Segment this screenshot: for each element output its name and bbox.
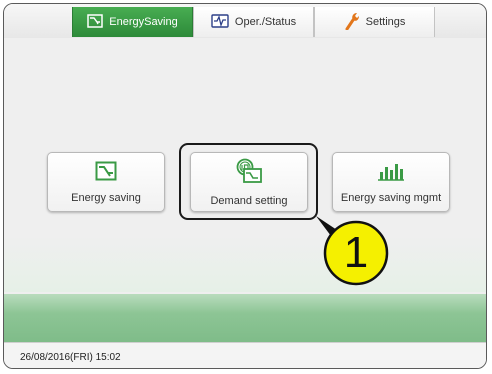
energy-saving-mgmt-label: Energy saving mgmt [340, 191, 442, 204]
decorative-band [4, 294, 486, 342]
energy-saving-icon [87, 13, 103, 31]
energy-saving-button[interactable]: Energy saving [47, 152, 165, 212]
tab-settings[interactable]: Settings [314, 7, 435, 37]
callout-number: 1 [343, 228, 369, 277]
energy-saving-icon [95, 161, 117, 186]
tab-oper-status[interactable]: Oper./Status [193, 7, 314, 37]
energy-saving-mgmt-button[interactable]: Energy saving mgmt [332, 152, 450, 212]
tab-energy-saving-label: EnergySaving [109, 16, 178, 28]
waveform-icon [211, 13, 229, 31]
tab-oper-status-label: Oper./Status [234, 16, 297, 28]
status-bar: 26/08/2016(FRI) 15:02 [4, 342, 486, 368]
wrench-icon [344, 12, 360, 33]
tab-settings-label: Settings [365, 16, 406, 28]
tab-bar: EnergySaving Oper./Status Settings [4, 4, 486, 39]
energy-saving-label: Energy saving [71, 191, 141, 204]
bar-chart-icon [377, 161, 405, 186]
tab-energy-saving[interactable]: EnergySaving [72, 7, 193, 37]
selection-highlight [179, 143, 318, 220]
date-time: 26/08/2016(FRI) 15:02 [20, 352, 121, 363]
